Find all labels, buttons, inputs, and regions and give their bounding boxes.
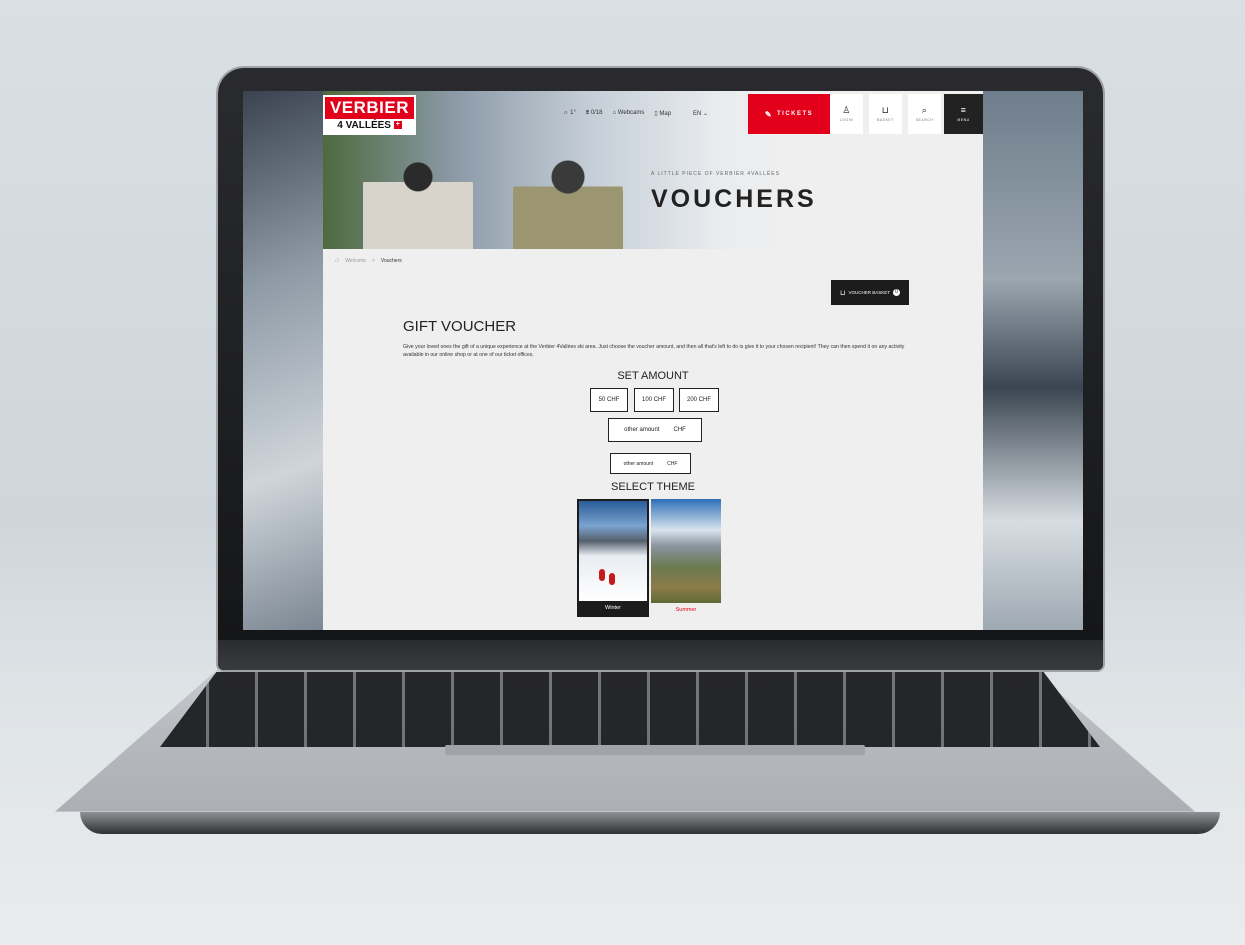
background-photo-right xyxy=(983,91,1083,630)
laptop-base-edge xyxy=(80,812,1220,834)
language-label: EN xyxy=(693,110,702,117)
lift-icon: ⩩ xyxy=(585,109,590,116)
chevron-down-icon: ⌄ xyxy=(703,110,709,117)
theme-summer-label: Summer xyxy=(651,603,721,617)
map-icon: ▯ xyxy=(654,110,658,117)
set-amount-title: SET AMOUNT xyxy=(617,370,689,382)
lifts-value: 0/18 xyxy=(590,109,603,116)
logo-text-top: VERBIER xyxy=(329,98,410,117)
ticket-icon: ✎ xyxy=(764,109,774,119)
hamburger-icon: ≡ xyxy=(960,105,967,115)
amount-200-button[interactable]: 200 CHF xyxy=(679,388,719,412)
voucher-basket-button[interactable]: ⊔ VOUCHER BASKET 0 xyxy=(831,280,909,305)
gift-voucher-description: Give your loved ones the gift of a uniqu… xyxy=(403,344,905,358)
menu-label: MENU xyxy=(957,118,970,122)
search-label: SEARCH xyxy=(915,118,934,122)
site-logo[interactable]: VERBIER 4 VALLÉES + xyxy=(323,95,416,135)
theme-summer-image xyxy=(651,499,721,603)
nav-weather[interactable]: ☼ 1° xyxy=(563,110,576,116)
cart-icon: ⊔ xyxy=(881,105,890,115)
hero-cyclist-image-2 xyxy=(513,153,623,249)
amount-100-button[interactable]: 100 CHF xyxy=(634,388,674,412)
webcam-icon: ⌂ xyxy=(612,110,617,116)
menu-button[interactable]: ≡ MENU xyxy=(944,94,983,134)
cart-icon: ⊔ xyxy=(840,289,846,297)
page-title: VOUCHERS xyxy=(651,185,817,213)
amount-50-button[interactable]: 50 CHF xyxy=(590,388,628,412)
laptop-chin xyxy=(218,640,1103,670)
other-amount-input-placeholder: other amount xyxy=(623,460,654,467)
breadcrumb-home[interactable]: Welcome xyxy=(345,258,366,264)
map-label: Map xyxy=(659,110,672,117)
login-button[interactable]: ♙ LOGIN xyxy=(830,94,863,134)
search-icon: ⌕ xyxy=(921,105,928,115)
select-theme-title: SELECT THEME xyxy=(611,481,695,493)
basket-label: BASKET xyxy=(877,118,894,122)
laptop-trackpad xyxy=(445,745,865,755)
other-amount-input-currency: CHF xyxy=(667,460,678,467)
other-amount-currency: CHF xyxy=(673,427,686,433)
basket-button[interactable]: ⊔ BASKET xyxy=(869,94,902,134)
nav-lifts[interactable]: ⩩ 0/18 xyxy=(586,110,603,117)
breadcrumb-separator: > xyxy=(371,257,375,264)
other-amount-placeholder: other amount xyxy=(624,427,660,433)
weather-value: 1° xyxy=(570,110,576,116)
home-icon[interactable]: ⌂ xyxy=(335,257,339,264)
voucher-basket-label: VOUCHER BASKET xyxy=(848,290,890,295)
gift-voucher-title: GIFT VOUCHER xyxy=(403,318,517,335)
language-selector[interactable]: EN ⌄ xyxy=(693,110,708,117)
swiss-flag-icon: + xyxy=(393,121,402,130)
voucher-basket-count: 0 xyxy=(892,289,900,296)
top-navigation: ☼ 1° ⩩ 0/18 ⌂ Webcams ▯ Map EN ⌄ xyxy=(563,105,708,121)
theme-winter-card[interactable]: Winter xyxy=(577,499,649,617)
theme-winter-image xyxy=(579,501,647,601)
weather-icon: ☼ xyxy=(563,110,569,116)
logo-text-bottom: 4 VALLÉES + xyxy=(325,119,414,133)
nav-map[interactable]: ▯ Map xyxy=(654,110,671,117)
theme-summer-card[interactable]: Summer xyxy=(651,499,721,617)
breadcrumb: ⌂ Welcome > Vouchers xyxy=(335,257,402,264)
theme-winter-label: Winter xyxy=(579,601,647,615)
search-button[interactable]: ⌕ SEARCH xyxy=(908,94,941,134)
laptop-screen: VERBIER 4 VALLÉES + ☼ 1° ⩩ 0/18 ⌂ Webcam… xyxy=(243,91,1083,630)
other-amount-field[interactable]: other amount CHF xyxy=(608,418,702,442)
webcams-label: Webcams xyxy=(617,110,645,116)
other-amount-input[interactable]: other amount CHF xyxy=(610,453,691,474)
hero-cyclist-image xyxy=(363,146,473,249)
tickets-label: TICKETS xyxy=(777,111,814,117)
web-page: VERBIER 4 VALLÉES + ☼ 1° ⩩ 0/18 ⌂ Webcam… xyxy=(323,91,983,630)
skier-figure-2 xyxy=(609,573,615,585)
tickets-button[interactable]: ✎ TICKETS xyxy=(748,94,830,134)
login-label: LOGIN xyxy=(839,118,854,122)
logo-text-valles: 4 VALLÉES xyxy=(337,120,391,131)
hero-kicker: A LITTLE PIECE OF VERBIER 4VALLÉES xyxy=(651,171,780,177)
user-icon: ♙ xyxy=(842,105,851,115)
breadcrumb-current: Vouchers xyxy=(380,257,402,264)
laptop-keyboard xyxy=(160,672,1100,747)
nav-webcams[interactable]: ⌂ Webcams xyxy=(613,110,645,116)
skier-figure xyxy=(599,569,605,581)
background-photo-left xyxy=(243,91,323,630)
